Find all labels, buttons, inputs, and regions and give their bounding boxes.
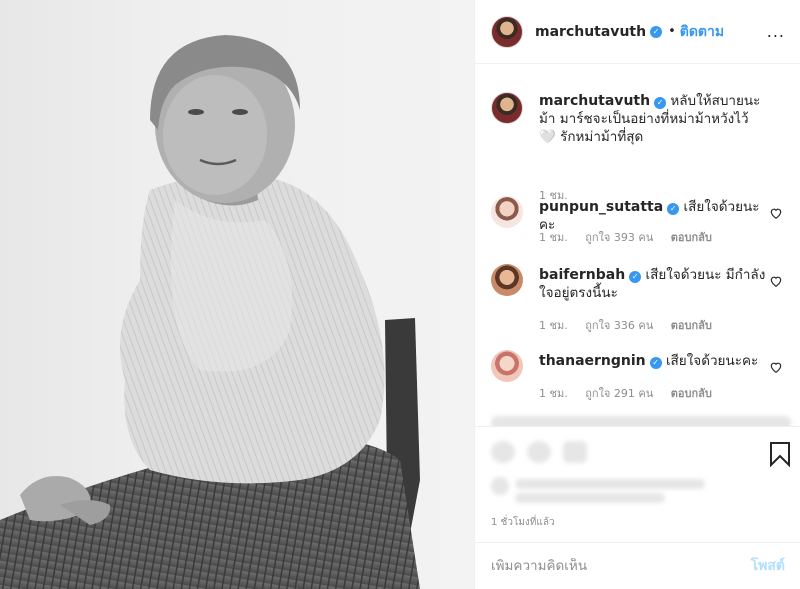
verified-badge-icon: ✓ bbox=[667, 203, 680, 215]
comment-likes[interactable]: ถูกใจ 336 คน bbox=[585, 319, 653, 332]
comment-time[interactable]: 1 ชม. bbox=[539, 231, 568, 244]
comment-body: baifernbah ✓ เสียใจด้วยนะ มีกำลังใจอยู่ตร… bbox=[539, 266, 769, 302]
header-separator: • bbox=[668, 24, 676, 39]
comment-username[interactable]: punpun_sutatta bbox=[539, 199, 663, 215]
commenter-avatar[interactable] bbox=[491, 264, 523, 296]
more-options-icon[interactable]: ... bbox=[767, 22, 785, 41]
owner-username[interactable]: marchutavuth bbox=[535, 24, 646, 40]
comments-list[interactable]: marchutavuth ✓ หลับให้สบายนะม้า มาร์ชจะเป… bbox=[475, 64, 800, 426]
next-comment-partial bbox=[491, 416, 791, 426]
like-comment-heart-icon[interactable] bbox=[769, 360, 783, 374]
comment-meta: 1 ชม. ถูกใจ 393 คน ตอบกลับ bbox=[539, 228, 726, 246]
comment-meta: 1 ชม. ถูกใจ 336 คน ตอบกลับ bbox=[539, 316, 726, 334]
commenter-avatar[interactable] bbox=[491, 350, 523, 382]
reply-button[interactable]: ตอบกลับ bbox=[671, 231, 712, 244]
liked-by-text bbox=[515, 479, 705, 489]
like-comment-heart-icon[interactable] bbox=[769, 274, 783, 288]
comment-item: thanaerngnin ✓ เสียใจด้วยนะคะ 1 ชม. ถูกใจ… bbox=[491, 350, 791, 400]
like-heart-icon[interactable] bbox=[491, 441, 515, 463]
post-comment-button[interactable]: โพสต์ bbox=[751, 555, 785, 577]
portrait-photo bbox=[0, 35, 420, 589]
owner-avatar[interactable] bbox=[491, 15, 523, 48]
bookmark-icon[interactable] bbox=[769, 441, 791, 467]
caption-avatar[interactable] bbox=[491, 92, 523, 124]
commenter-avatar[interactable] bbox=[491, 196, 523, 228]
comment-username[interactable]: thanaerngnin bbox=[539, 353, 646, 369]
comment-likes[interactable]: ถูกใจ 393 คน bbox=[585, 231, 653, 244]
add-comment-bar: โพสต์ bbox=[475, 542, 800, 589]
caption-body: marchutavuth ✓ หลับให้สบายนะม้า มาร์ชจะเป… bbox=[539, 92, 769, 146]
comment-text: เสียใจด้วยนะคะ bbox=[665, 353, 759, 369]
comment-body: thanaerngnin ✓ เสียใจด้วยนะคะ bbox=[539, 352, 769, 370]
comment-username[interactable]: baifernbah bbox=[539, 267, 625, 283]
post-side-panel: marchutavuth ✓ • ติดตาม ... marchutavuth… bbox=[474, 0, 800, 589]
verified-badge-icon: ✓ bbox=[649, 357, 662, 369]
verified-badge-icon: ✓ bbox=[629, 271, 642, 283]
like-comment-heart-icon[interactable] bbox=[769, 206, 783, 220]
share-icon[interactable] bbox=[563, 441, 587, 463]
instagram-post-modal: marchutavuth ✓ • ติดตาม ... marchutavuth… bbox=[0, 0, 800, 589]
comment-time[interactable]: 1 ชม. bbox=[539, 387, 568, 400]
liked-by-avatar bbox=[491, 477, 509, 495]
comment-item: punpun_sutatta ✓ เสียใจด้วยนะคะ 1 ชม. ถูก… bbox=[491, 196, 791, 244]
comment-meta: 1 ชม. ถูกใจ 291 คน ตอบกลับ bbox=[539, 384, 726, 402]
post-photo[interactable] bbox=[0, 0, 474, 589]
post-actions: 1 ชั่วโมงที่แล้ว bbox=[475, 426, 800, 550]
verified-badge-icon: ✓ bbox=[650, 25, 663, 38]
caption-username[interactable]: marchutavuth bbox=[539, 93, 650, 109]
verified-badge-icon: ✓ bbox=[654, 97, 667, 109]
caption: marchutavuth ✓ หลับให้สบายนะม้า มาร์ชจะเป… bbox=[491, 92, 791, 202]
reply-button[interactable]: ตอบกลับ bbox=[671, 319, 712, 332]
liked-by-text-2 bbox=[515, 493, 665, 503]
header-user: marchutavuth ✓ • ติดตาม bbox=[535, 21, 724, 43]
comment-icon[interactable] bbox=[527, 441, 551, 463]
comment-likes[interactable]: ถูกใจ 291 คน bbox=[585, 387, 653, 400]
reply-button[interactable]: ตอบกลับ bbox=[671, 387, 712, 400]
comment-item: baifernbah ✓ เสียใจด้วยนะ มีกำลังใจอยู่ตร… bbox=[491, 264, 791, 332]
follow-button[interactable]: ติดตาม bbox=[680, 21, 724, 43]
post-header: marchutavuth ✓ • ติดตาม ... bbox=[475, 0, 800, 64]
post-time-ago[interactable]: 1 ชั่วโมงที่แล้ว bbox=[491, 515, 555, 530]
comment-time[interactable]: 1 ชม. bbox=[539, 319, 568, 332]
comment-input[interactable] bbox=[491, 558, 751, 574]
